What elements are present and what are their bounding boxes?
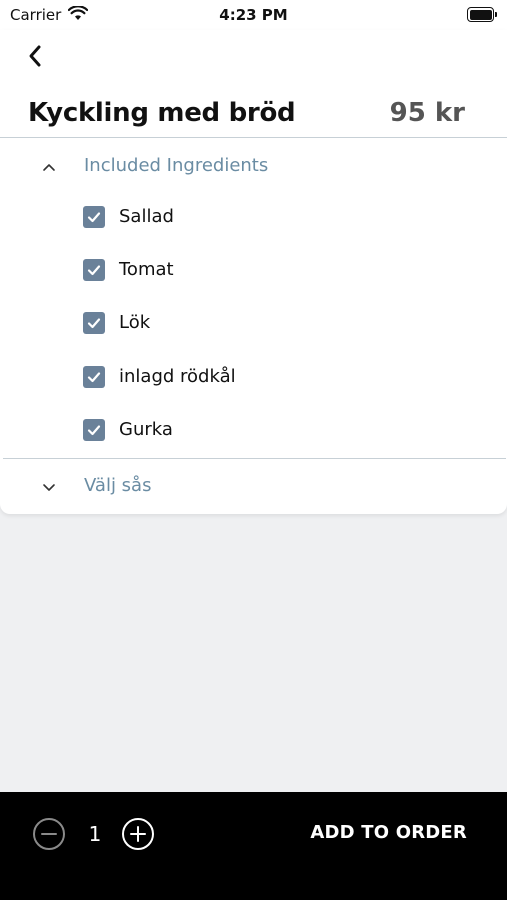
section-title-ingredients: Included Ingredients (84, 155, 269, 176)
checkmark-icon (87, 265, 101, 276)
ingredient-item-gurka[interactable]: Gurka (0, 411, 507, 464)
ingredient-label: Tomat (119, 259, 174, 281)
section-title-sauce: Välj sås (84, 475, 152, 496)
quantity-value: 1 (88, 822, 102, 846)
ingredient-item-sallad[interactable]: Sallad (0, 198, 507, 251)
status-bar: Carrier 4:23 PM (0, 0, 507, 30)
minus-circle-icon (33, 818, 65, 850)
checkmark-icon (87, 425, 101, 435)
back-button[interactable] (22, 42, 50, 70)
checkbox-checked[interactable] (83, 206, 105, 228)
ingredient-list: Sallad Tomat Lök inlagd rödkål Gurka (0, 198, 507, 464)
ingredient-label: Gurka (119, 418, 173, 440)
ingredient-label: inlagd rödkål (119, 365, 236, 387)
chevron-up-icon (43, 164, 55, 171)
plus-circle-icon (122, 818, 154, 850)
checkbox-checked[interactable] (83, 259, 105, 282)
ingredient-item-lok[interactable]: Lök (0, 304, 507, 357)
clock: 4:23 PM (219, 6, 288, 24)
checkbox-checked[interactable] (83, 418, 105, 441)
chevron-left-icon (29, 45, 41, 67)
divider (0, 137, 507, 138)
increase-quantity-button[interactable] (120, 816, 156, 852)
choose-sauce-toggle[interactable]: Välj sås (0, 467, 507, 507)
checkmark-icon (87, 371, 101, 382)
ingredient-label: Sallad (119, 206, 174, 227)
order-bar: 1 ADD TO ORDER (0, 792, 507, 900)
ingredient-item-inlagd-rodkal[interactable]: inlagd rödkål (0, 358, 507, 411)
checkmark-icon (87, 318, 101, 329)
product-card: Kyckling med bröd 95 kr Included Ingredi… (0, 30, 507, 514)
product-name: Kyckling med bröd (28, 98, 296, 128)
checkbox-checked[interactable] (83, 312, 105, 335)
included-ingredients-toggle[interactable]: Included Ingredients (0, 147, 507, 187)
decrease-quantity-button[interactable] (31, 816, 67, 852)
ingredient-item-tomat[interactable]: Tomat (0, 251, 507, 304)
ingredient-label: Lök (119, 312, 151, 334)
battery-icon (467, 7, 497, 22)
product-price: 95 kr (389, 98, 465, 128)
divider (3, 458, 506, 459)
checkmark-icon (87, 212, 101, 223)
checkbox-checked[interactable] (83, 365, 105, 388)
chevron-down-icon (43, 484, 55, 491)
product-header: Kyckling med bröd 95 kr (0, 94, 507, 138)
add-to-order-button[interactable]: ADD TO ORDER (310, 822, 467, 843)
